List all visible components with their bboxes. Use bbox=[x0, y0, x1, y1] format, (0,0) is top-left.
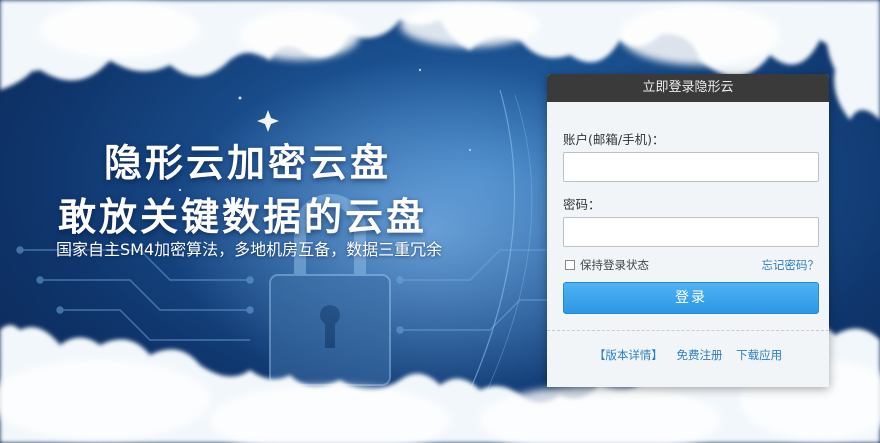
footer-links: 【版本详情】 免费注册 下载应用 bbox=[547, 347, 829, 363]
version-details-link[interactable]: 【版本详情】 bbox=[594, 348, 663, 362]
login-panel: 立即登录隐形云 账户(邮箱/手机)： 密码： 保持登录状态 忘记密码？ 登录 【… bbox=[547, 74, 829, 387]
free-register-link[interactable]: 免费注册 bbox=[677, 348, 723, 362]
password-input[interactable] bbox=[563, 217, 819, 247]
forgot-password-link[interactable]: 忘记密码？ bbox=[762, 257, 820, 273]
hero-title-line2: 敢放关键数据的云盘 bbox=[58, 195, 428, 239]
remember-checkbox[interactable] bbox=[565, 260, 575, 270]
login-page: 隐形云加密云盘 敢放关键数据的云盘 国家自主SM4加密算法，多地机房互备，数据三… bbox=[0, 0, 880, 443]
account-input[interactable] bbox=[563, 152, 819, 182]
panel-divider bbox=[547, 330, 829, 331]
remember-login[interactable]: 保持登录状态 bbox=[565, 257, 649, 273]
hero-subtitle: 国家自主SM4加密算法，多地机房互备，数据三重冗余 bbox=[56, 240, 443, 259]
download-app-link[interactable]: 下载应用 bbox=[736, 348, 782, 362]
account-label: 账户(邮箱/手机)： bbox=[563, 132, 665, 147]
hero-title-line1: 隐形云加密云盘 bbox=[104, 141, 392, 185]
login-panel-header: 立即登录隐形云 bbox=[547, 74, 829, 102]
remember-label: 保持登录状态 bbox=[580, 258, 649, 272]
password-label: 密码： bbox=[563, 197, 601, 212]
login-button[interactable]: 登录 bbox=[563, 282, 819, 314]
